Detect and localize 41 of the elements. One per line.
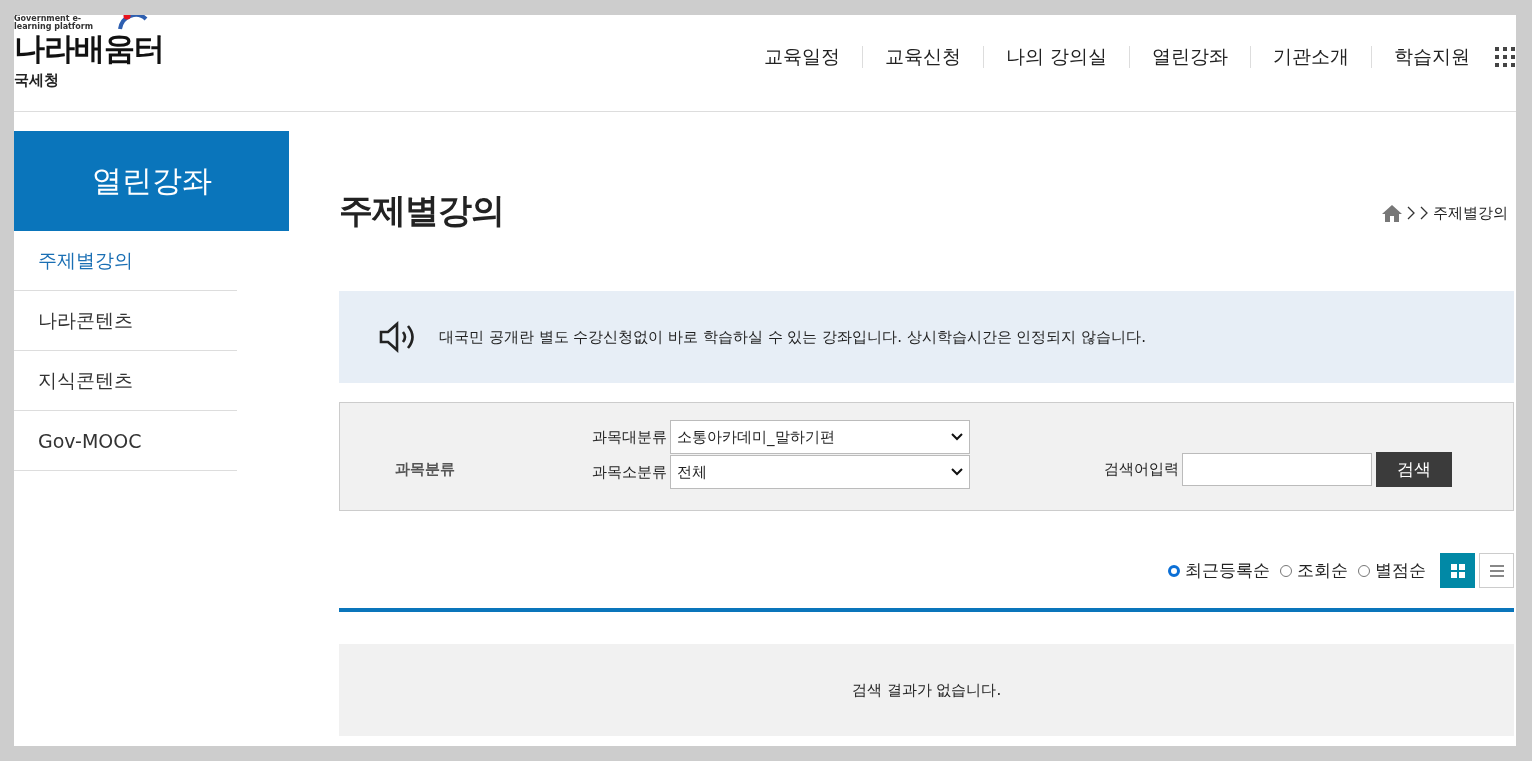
chevron-icon [1407, 206, 1415, 220]
search-field[interactable] [1182, 453, 1372, 486]
chevron-down-icon [951, 468, 963, 476]
radio-label: 최근등록순 [1185, 559, 1270, 582]
list-view-button[interactable] [1479, 553, 1514, 588]
filter-label: 과목분류 [394, 460, 456, 479]
nav-link[interactable]: 교육일정 [741, 44, 862, 70]
page-title: 주제별강의 [339, 189, 504, 232]
menu-icon[interactable] [1494, 46, 1516, 68]
radio-label: 조회순 [1297, 559, 1348, 582]
logo-tagline: Government e-learning platform [14, 15, 95, 31]
grid-view-button[interactable] [1440, 553, 1475, 588]
empty-message: 검색 결과가 없습니다. [851, 680, 1002, 700]
nav-link[interactable]: 기관소개 [1251, 44, 1371, 70]
notice-text: 대국민 공개란 별도 수강신청없이 바로 학습하실 수 있는 강좌입니다. 상시학습시간은 인정되지 않습니다. [439, 327, 1146, 347]
nav-link[interactable]: 나의 강의실 [983, 44, 1129, 70]
home-icon[interactable] [1382, 204, 1402, 222]
chevron-icon [1420, 206, 1428, 220]
select-label: 과목대분류 [592, 427, 667, 447]
logo-link[interactable]: 나라배움터 [14, 31, 164, 65]
logo-mark-icon [116, 15, 150, 31]
sidebar-item[interactable]: Gov-MOOC [14, 411, 237, 471]
list-icon [1488, 562, 1505, 579]
search-label: 검색어입력 [1104, 460, 1179, 479]
grid-icon [1449, 562, 1466, 579]
sidebar-item[interactable]: 주제별강의 [14, 231, 237, 291]
category-select[interactable]: 소통아카데미_말하기편 [670, 420, 970, 454]
search-button[interactable]: 검색 [1376, 452, 1452, 487]
sidebar-item[interactable]: 지식콘텐츠 [14, 351, 237, 411]
radio-label: 별점순 [1375, 559, 1426, 582]
sidebar-title: 열린강좌 [14, 131, 289, 231]
subcategory-select[interactable]: 전체 [670, 455, 970, 489]
select-label: 과목소분류 [592, 462, 667, 482]
sidebar-item[interactable]: 나라콘텐츠 [14, 291, 237, 351]
breadcrumb-item: 주제별강의 [1433, 203, 1508, 223]
radio-button[interactable] [1168, 564, 1180, 577]
chevron-down-icon [951, 433, 963, 441]
nav-link[interactable]: 열린강좌 [1130, 44, 1250, 70]
nav-link[interactable]: 교육신청 [862, 44, 983, 70]
nav-link[interactable]: 학습지원 [1372, 44, 1492, 70]
agency-name: 국세청 [14, 71, 60, 90]
